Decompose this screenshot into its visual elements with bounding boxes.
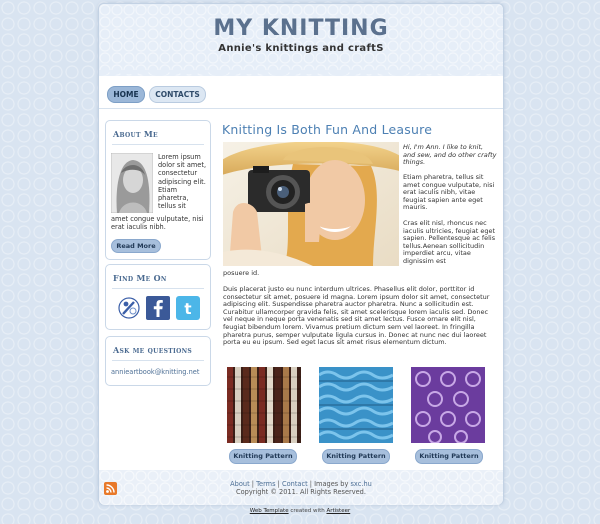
pattern-button-1[interactable]: Knitting Pattern <box>229 449 297 464</box>
paragraph-2-end: posuere id. <box>223 269 260 277</box>
header-scallop-edge <box>99 70 503 80</box>
footer-link-contact[interactable]: Contact <box>282 480 308 488</box>
ask-questions-box: Ask me questions annieartbook@knitting.n… <box>105 336 211 386</box>
credit-link-web-template[interactable]: Web Template <box>250 508 289 514</box>
ask-divider <box>112 360 204 361</box>
copyright: Copyright © 2011. All Rights Reserved. <box>236 488 366 496</box>
images-by-label: Images by <box>314 480 349 488</box>
read-more-button[interactable]: Read More <box>111 239 161 253</box>
credit-mid: created with <box>290 508 325 514</box>
ask-questions-title: Ask me questions <box>113 345 193 355</box>
about-me-box: About Me Lorem ipsum dolor sit amet, con… <box>105 120 211 260</box>
svg-text:t: t <box>184 300 191 318</box>
contact-email-link[interactable]: annieartbook@knitting.net <box>111 368 199 376</box>
pattern-image-stripes <box>227 367 301 443</box>
credit-link-artisteer[interactable]: Artisteer <box>326 508 350 514</box>
paragraph-2: Cras elit nisl, rhoncus nec iaculis ultr… <box>403 219 496 265</box>
site-title: MY KNITTING <box>213 16 389 41</box>
hero-photo-camera-girl <box>223 142 399 266</box>
nav-home-button[interactable]: HOME <box>107 86 145 103</box>
footer-separator: | <box>277 480 280 488</box>
facebook-icon[interactable] <box>146 296 170 320</box>
footer-link-about[interactable]: About <box>230 480 250 488</box>
pattern-image-purple-lace <box>411 367 485 443</box>
page-container: MY KNITTING Annie's knittings and craftS… <box>98 3 504 505</box>
pattern-button-3[interactable]: Knitting Pattern <box>415 449 483 464</box>
find-me-box: Find Me On t <box>105 264 211 330</box>
pattern-image-blue <box>319 367 393 443</box>
about-text-side: Lorem ipsum dolor sit amet, consectetur … <box>158 153 207 211</box>
about-divider <box>112 144 204 145</box>
nav-contacts-button[interactable]: CONTACTS <box>149 86 206 103</box>
pattern-button-2[interactable]: Knitting Pattern <box>322 449 390 464</box>
footer-separator: | <box>251 480 255 488</box>
nav-divider <box>99 108 503 109</box>
about-me-title: About Me <box>113 129 158 139</box>
template-credit: Web Template created with Artisteer <box>0 508 600 514</box>
paragraph-3: Duis placerat justo eu nunc interdum ult… <box>223 285 490 347</box>
intro-text: Hi, I'm Ann. I like to knit, and sew, an… <box>403 143 497 167</box>
twitter-icon[interactable]: t <box>176 296 200 320</box>
footer-separator: | <box>309 480 312 488</box>
images-by-link[interactable]: sxc.hu <box>351 480 372 488</box>
footer-links: About | Terms | Contact | Images by sxc.… <box>99 480 503 488</box>
site-subtitle: Annie's knittings and craftS <box>218 43 384 54</box>
find-me-title: Find Me On <box>113 273 167 283</box>
messenger-icon[interactable] <box>118 296 140 320</box>
about-text-below: amet congue vulputate, nisi erat iaculis… <box>111 215 204 232</box>
paragraph-1: Etiam pharetra, tellus sit amet congue v… <box>403 173 495 212</box>
header: MY KNITTING Annie's knittings and craftS <box>99 4 503 76</box>
page-title: Knitting Is Both Fun And Leasure <box>222 122 433 137</box>
about-avatar-photo <box>111 153 153 213</box>
footer-link-terms[interactable]: Terms <box>256 480 275 488</box>
find-divider <box>112 288 204 289</box>
